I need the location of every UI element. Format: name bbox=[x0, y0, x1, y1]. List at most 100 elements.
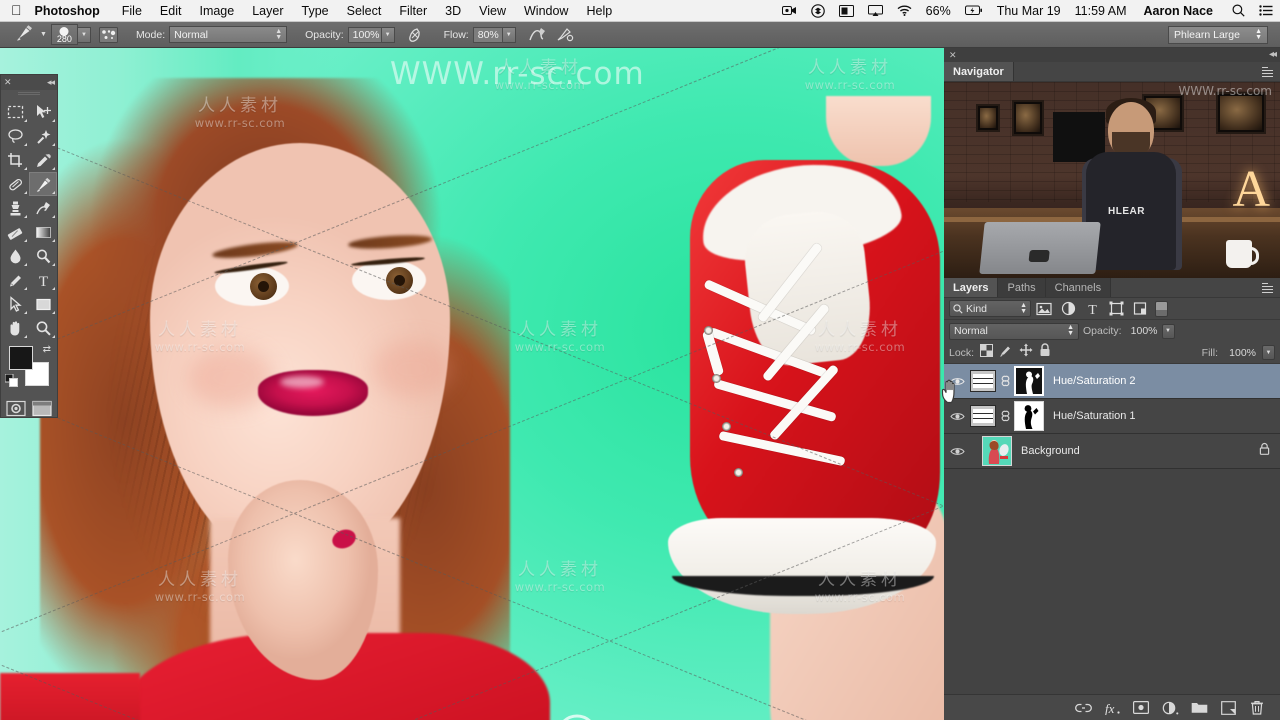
healing-brush-tool[interactable] bbox=[1, 172, 29, 196]
blur-tool[interactable] bbox=[1, 244, 29, 268]
document-canvas[interactable]: 人人素材 www.rr-sc.com 人人素材 www.rr-sc.com 人人… bbox=[0, 48, 944, 720]
collapse-icon[interactable]: ◂◂ bbox=[47, 78, 55, 87]
pen-tool[interactable] bbox=[1, 268, 29, 292]
smartobject-filter-icon[interactable] bbox=[1129, 299, 1151, 319]
shape-filter-icon[interactable] bbox=[1105, 299, 1127, 319]
hand-tool[interactable] bbox=[1, 316, 29, 340]
display-icon[interactable] bbox=[832, 4, 861, 17]
gradient-tool[interactable] bbox=[29, 220, 57, 244]
battery-charging-icon[interactable] bbox=[958, 5, 990, 16]
smoothing-icon[interactable] bbox=[528, 22, 547, 48]
layer-mask-thumbnail[interactable] bbox=[1014, 401, 1044, 431]
layer-visibility-toggle[interactable] bbox=[944, 411, 970, 422]
lock-transparent-icon[interactable] bbox=[980, 343, 994, 362]
layer-visibility-toggle[interactable] bbox=[944, 376, 970, 387]
quick-mask-icon[interactable] bbox=[5, 398, 27, 418]
screen-mode-icon[interactable] bbox=[31, 398, 53, 418]
new-adjustment-layer-button[interactable] bbox=[1161, 699, 1179, 717]
filter-toggle-icon[interactable] bbox=[1155, 300, 1168, 317]
shape-tool[interactable] bbox=[29, 292, 57, 316]
panel-menu-icon[interactable] bbox=[1255, 62, 1280, 81]
fill-stepper[interactable]: ▼ bbox=[1262, 345, 1275, 360]
eraser-tool[interactable] bbox=[1, 220, 29, 244]
menu-item-photoshop[interactable]: Photoshop bbox=[35, 4, 113, 18]
lasso-tool[interactable] bbox=[1, 124, 29, 148]
brush-settings-button[interactable] bbox=[98, 22, 118, 48]
tab-channels[interactable]: Channels bbox=[1045, 278, 1112, 297]
fill-value[interactable]: 100% bbox=[1224, 347, 1256, 359]
menu-item-help[interactable]: Help bbox=[577, 4, 621, 18]
pixel-filter-icon[interactable] bbox=[1033, 299, 1055, 319]
default-colors-icon[interactable] bbox=[4, 373, 18, 392]
menu-item-select[interactable]: Select bbox=[338, 4, 391, 18]
workspace-selector[interactable]: Phlearn Large ▲ ▼ bbox=[1168, 25, 1268, 44]
collapse-icon[interactable]: ◂◂ bbox=[1269, 50, 1277, 60]
layer-opacity-value[interactable]: 100% bbox=[1126, 325, 1158, 337]
tool-preset-group[interactable]: ▼ bbox=[0, 22, 51, 48]
lock-image-icon[interactable] bbox=[999, 344, 1013, 362]
delete-layer-button[interactable] bbox=[1248, 699, 1266, 717]
mask-link-icon[interactable] bbox=[996, 409, 1014, 423]
foreground-color-swatch[interactable] bbox=[9, 346, 33, 370]
control-center-icon[interactable] bbox=[1252, 5, 1280, 16]
eyedropper-tool[interactable] bbox=[29, 148, 57, 172]
tab-layers[interactable]: Layers bbox=[944, 278, 999, 297]
brush-size-preview[interactable]: 280 ▼ bbox=[50, 22, 91, 48]
tool-preset-caret-icon[interactable]: ▼ bbox=[40, 31, 47, 38]
airbrush-icon[interactable] bbox=[405, 22, 424, 48]
menu-item-image[interactable]: Image bbox=[190, 4, 243, 18]
dodge-tool[interactable] bbox=[29, 244, 57, 268]
layer-blend-mode-select[interactable]: Normal ▲ ▼ bbox=[949, 322, 1079, 340]
new-layer-button[interactable] bbox=[1219, 699, 1237, 717]
layer-style-button[interactable]: fx bbox=[1103, 699, 1121, 717]
opacity-stepper[interactable]: ▼ bbox=[381, 26, 395, 43]
marquee-tool[interactable] bbox=[1, 100, 29, 124]
navigator-preview[interactable]: HLEAR A WWW.rr-sc.com bbox=[944, 82, 1280, 278]
add-mask-button[interactable] bbox=[1132, 699, 1150, 717]
menu-item-layer[interactable]: Layer bbox=[243, 4, 292, 18]
opacity-input[interactable]: 100% bbox=[347, 26, 382, 43]
screen-record-icon[interactable] bbox=[775, 5, 804, 16]
search-icon[interactable] bbox=[1225, 4, 1252, 17]
layer-image-thumbnail[interactable] bbox=[982, 436, 1012, 466]
new-group-button[interactable] bbox=[1190, 699, 1208, 717]
menu-item-file[interactable]: File bbox=[113, 4, 151, 18]
table-row[interactable]: Background bbox=[944, 434, 1280, 469]
adjustment-filter-icon[interactable] bbox=[1057, 299, 1079, 319]
link-layers-button[interactable] bbox=[1074, 699, 1092, 717]
type-filter-icon[interactable]: T bbox=[1081, 299, 1103, 319]
layer-adjustment-thumbnail[interactable] bbox=[970, 370, 996, 392]
tools-panel-grip[interactable] bbox=[1, 92, 57, 100]
airplay-icon[interactable] bbox=[861, 4, 890, 17]
layer-adjustment-thumbnail[interactable] bbox=[970, 405, 996, 427]
mask-link-icon[interactable] bbox=[996, 374, 1014, 388]
mode-select[interactable]: Normal ▲ ▼ bbox=[169, 26, 288, 43]
lock-all-icon[interactable] bbox=[1039, 343, 1051, 362]
layer-mask-thumbnail[interactable] bbox=[1014, 366, 1044, 396]
close-icon[interactable]: ✕ bbox=[949, 50, 957, 60]
dropbox-icon[interactable] bbox=[804, 3, 832, 18]
move-tool[interactable] bbox=[29, 100, 57, 124]
history-brush-tool[interactable] bbox=[29, 196, 57, 220]
menu-item-window[interactable]: Window bbox=[515, 4, 577, 18]
tablet-pressure-icon[interactable] bbox=[555, 22, 574, 48]
quick-selection-tool[interactable] bbox=[29, 124, 57, 148]
swap-colors-icon[interactable]: ⇄ bbox=[43, 344, 51, 355]
lock-position-icon[interactable] bbox=[1019, 343, 1033, 362]
type-tool[interactable]: T bbox=[29, 268, 57, 292]
table-row[interactable]: Hue/Saturation 1 bbox=[944, 399, 1280, 434]
brush-tool-icon[interactable] bbox=[14, 23, 36, 46]
path-selection-tool[interactable] bbox=[1, 292, 29, 316]
menubar-user[interactable]: Aaron Nace bbox=[1134, 4, 1225, 18]
flow-stepper[interactable]: ▼ bbox=[502, 26, 516, 43]
menu-item-view[interactable]: View bbox=[470, 4, 515, 18]
brush-size-stepper[interactable]: ▼ bbox=[77, 26, 91, 43]
tab-navigator[interactable]: Navigator bbox=[944, 62, 1014, 81]
brush-preview-icon[interactable]: 280 bbox=[50, 24, 78, 45]
filter-kind-select[interactable]: Kind ▲ ▼ bbox=[949, 300, 1031, 317]
clone-stamp-tool[interactable] bbox=[1, 196, 29, 220]
crop-tool[interactable] bbox=[1, 148, 29, 172]
table-row[interactable]: Hue/Saturation 2 bbox=[944, 364, 1280, 399]
zoom-tool[interactable] bbox=[29, 316, 57, 340]
wifi-icon[interactable] bbox=[890, 5, 919, 16]
